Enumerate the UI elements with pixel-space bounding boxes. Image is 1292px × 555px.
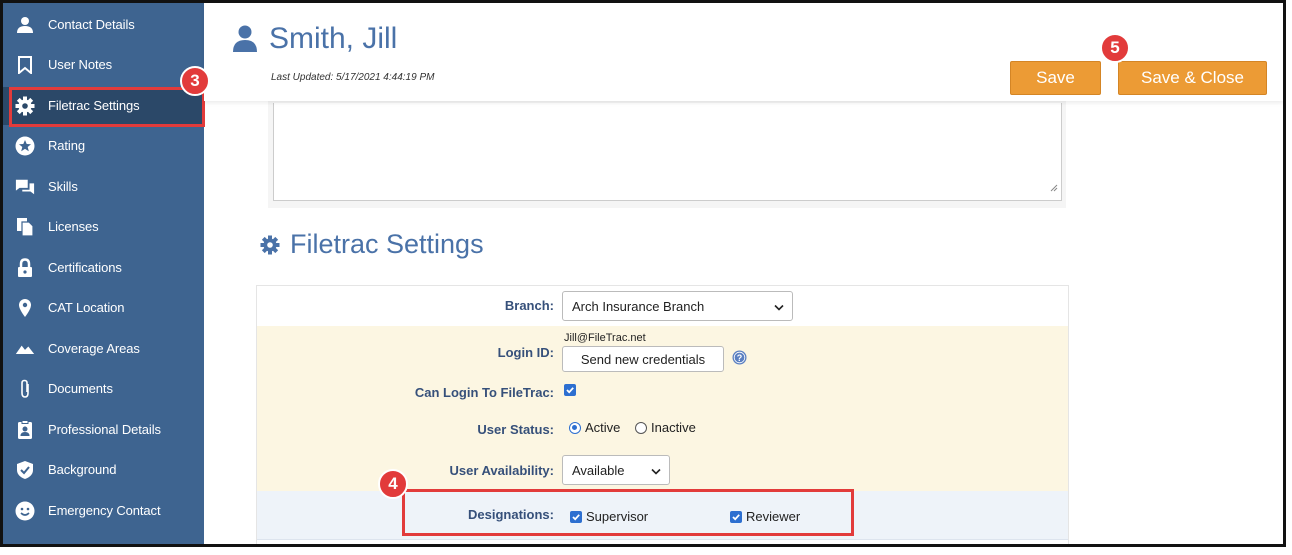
sidebar-item-label: CAT Location: [48, 300, 125, 315]
section-title: Filetrac Settings: [290, 229, 484, 259]
sidebar-item-background[interactable]: Background: [3, 451, 204, 489]
branch-label: Branch:: [504, 298, 554, 313]
svg-text:?: ?: [737, 353, 743, 363]
map-pin-icon: [15, 298, 35, 318]
bookmark-icon: [15, 55, 35, 75]
send-credentials-button[interactable]: Send new credentials: [562, 346, 724, 372]
mountain-icon: [15, 339, 35, 359]
sidebar-item-professional-details[interactable]: Professional Details: [3, 411, 204, 449]
sidebar-item-licenses[interactable]: Licenses: [3, 208, 204, 246]
sidebar: Contact Details User Notes Filetrac Sett…: [3, 3, 204, 544]
sidebar-item-contact-details[interactable]: Contact Details: [3, 6, 204, 44]
app-window: Contact Details User Notes Filetrac Sett…: [0, 0, 1286, 547]
status-inactive-label: Inactive: [651, 420, 696, 435]
login-id-label: Login ID:: [497, 345, 554, 360]
sidebar-item-documents[interactable]: Documents: [3, 370, 204, 408]
notes-textarea[interactable]: [273, 103, 1062, 201]
sidebar-item-label: Emergency Contact: [48, 503, 161, 518]
can-login-row: Can Login To FileTrac:: [257, 377, 1068, 409]
help-icon[interactable]: ?: [732, 350, 747, 370]
sidebar-item-label: Contact Details: [48, 17, 135, 32]
sidebar-item-label: Skills: [48, 179, 78, 194]
sidebar-item-label: Licenses: [48, 219, 99, 234]
callout-designations: [402, 489, 854, 536]
availability-select[interactable]: Available: [562, 455, 670, 485]
sidebar-item-label: Coverage Areas: [48, 341, 140, 356]
user-icon: [232, 25, 258, 58]
sidebar-item-user-notes[interactable]: User Notes: [3, 46, 204, 84]
callout-filetrac-settings: [9, 87, 205, 127]
branch-select[interactable]: Arch Insurance Branch: [562, 291, 793, 321]
gear-icon: [260, 235, 280, 260]
status-active-label: Active: [585, 420, 621, 435]
sidebar-item-label: Rating: [48, 138, 85, 153]
sidebar-item-label: User Notes: [48, 57, 113, 72]
sidebar-item-certifications[interactable]: Certifications: [3, 249, 204, 287]
chevron-down-icon: [651, 463, 661, 478]
user-status-label: User Status:: [477, 422, 554, 437]
star-icon: [15, 136, 35, 156]
availability-select-value: Available: [572, 462, 625, 478]
user-status-row: User Status: Active Inactive: [257, 408, 1068, 451]
step-badge-5: 5: [1100, 33, 1130, 63]
can-login-checkbox[interactable]: [564, 384, 576, 396]
chevron-down-icon: [774, 299, 784, 314]
sidebar-item-label: Documents: [48, 381, 113, 396]
can-login-label: Can Login To FileTrac:: [414, 385, 554, 400]
last-updated-text: Last Updated: 5/17/2021 4:44:19 PM: [271, 72, 435, 83]
person-icon: [15, 15, 35, 35]
step-badge-4: 4: [378, 469, 408, 499]
paperclip-icon: [15, 379, 35, 399]
status-active-radio[interactable]: [569, 422, 581, 434]
status-inactive-radio[interactable]: [635, 422, 647, 434]
document-copy-icon: [15, 217, 35, 237]
smile-icon: [15, 501, 35, 521]
sidebar-item-skills[interactable]: Skills: [3, 168, 204, 206]
main-content: Smith, Jill Last Updated: 5/17/2021 4:44…: [204, 3, 1283, 544]
id-badge-icon: [15, 420, 35, 440]
sidebar-item-label: Certifications: [48, 260, 122, 275]
user-availability-label: User Availability:: [449, 463, 554, 478]
save-button[interactable]: Save: [1010, 61, 1101, 95]
lock-icon: [15, 258, 35, 278]
save-close-button[interactable]: Save & Close: [1118, 61, 1267, 95]
chat-icon: [15, 177, 35, 197]
sidebar-item-label: Professional Details: [48, 422, 161, 437]
sidebar-item-emergency-contact[interactable]: Emergency Contact: [3, 492, 204, 530]
resize-grip-icon[interactable]: [1050, 179, 1058, 197]
sidebar-item-coverage-areas[interactable]: Coverage Areas: [3, 330, 204, 368]
login-id-value: Jill@FileTrac.net: [564, 332, 646, 344]
sidebar-item-label: Background: [48, 462, 117, 477]
notes-panel: [268, 101, 1066, 208]
login-id-row: Login ID: Jill@FileTrac.net Send new cre…: [257, 326, 1068, 378]
branch-select-value: Arch Insurance Branch: [572, 298, 705, 314]
step-badge-3: 3: [180, 66, 210, 96]
page-title: Smith, Jill: [269, 22, 398, 55]
branch-row: Branch: Arch Insurance Branch: [257, 286, 1068, 327]
sidebar-item-rating[interactable]: Rating: [3, 127, 204, 165]
sidebar-item-cat-location[interactable]: CAT Location: [3, 289, 204, 327]
shield-check-icon: [15, 460, 35, 480]
